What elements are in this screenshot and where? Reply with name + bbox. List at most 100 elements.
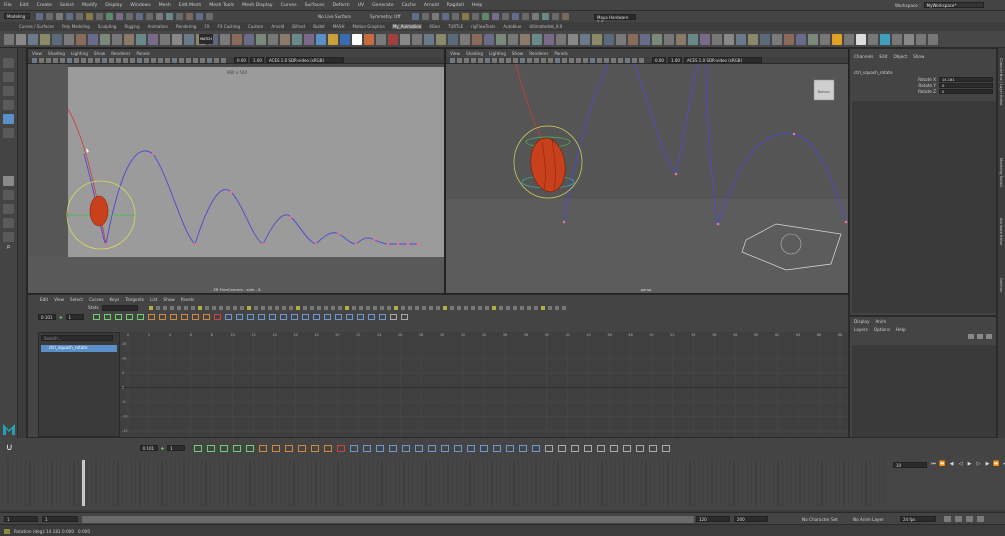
time-editor-tool-icon[interactable] [597,444,606,452]
motion-key-point[interactable] [372,238,376,242]
shelf-tool-icon[interactable] [436,33,446,45]
time-editor-tool-icon[interactable] [402,444,411,452]
graph-toolbar-icon[interactable] [414,305,419,310]
shelf-tool-icon[interactable] [172,33,182,45]
shelf-tool-icon[interactable] [700,33,710,45]
shelf-tab-custom[interactable]: Custom [247,24,264,29]
viewport-toolbar-icon[interactable] [506,57,511,63]
shelf-tool-icon[interactable] [220,33,230,45]
graph-toolbar-icon[interactable] [337,305,342,310]
viewport-toolbar-icon[interactable] [46,57,51,63]
plus-icon[interactable]: ✚ [59,315,63,320]
menu-generate[interactable]: Generate [372,3,393,8]
graph-toolbar-icon[interactable] [379,305,384,310]
graph-toolbar-icon[interactable] [211,305,216,310]
viewport-toolbar-icon[interactable] [492,57,497,63]
viewport-menu-panels[interactable]: Panels [136,51,149,56]
shelf-tool-icon[interactable] [16,33,26,45]
shelf-tool-icon[interactable] [736,33,746,45]
menu-edit[interactable]: Edit [20,3,29,8]
time-editor-tool-icon[interactable] [636,444,645,452]
shelf-tool-icon[interactable] [760,33,770,45]
time-editor-tool-icon[interactable] [623,444,632,452]
viewport-toolbar-icon[interactable] [32,57,37,63]
menu-display[interactable]: Display [105,3,122,8]
motion-key-point[interactable] [406,242,410,246]
shelf-tool-icon[interactable] [124,33,134,45]
shelf-tool-icon[interactable] [652,33,662,45]
shelf-tab-curves-surfaces[interactable]: Curves / Surfaces [18,24,55,29]
channel-box-menu-show[interactable]: Show [913,54,924,59]
menu-curves[interactable]: Curves [281,3,297,8]
viewport-toolbar-icon[interactable] [123,57,128,63]
viewport-toolbar-icon[interactable] [562,57,567,63]
channel-attr-row[interactable]: Rotate Y0 [910,82,996,88]
graph-tangent-icon[interactable] [301,314,309,320]
graph-toolbar-icon[interactable] [491,305,496,310]
graph-toolbar-icon[interactable] [470,305,475,310]
graph-toolbar-icon[interactable] [372,305,377,310]
graph-toolbar-icon[interactable] [239,305,244,310]
viewport-toolbar-icon[interactable] [200,57,205,63]
playback-button[interactable]: ◁ [957,461,964,467]
time-editor-tool-icon[interactable] [428,444,437,452]
motion-key-point[interactable] [396,242,400,246]
shelf-tool-icon[interactable] [64,33,74,45]
graph-toolbar-icon[interactable] [533,305,538,310]
time-editor-tool-icon[interactable] [532,444,541,452]
shelf-tool-icon[interactable] [580,33,590,45]
shelf-tool-icon[interactable] [748,33,758,45]
viewport-toolbar-icon[interactable] [450,57,455,63]
time-editor-tool-icon[interactable] [506,444,515,452]
workspace-selector[interactable]: Workspace : MyWorkspace* [895,1,1003,9]
shelf-tab-fx[interactable]: FX [203,24,210,29]
graph-toolbar-icon[interactable] [323,305,328,310]
graph-toolbar-icon[interactable] [183,305,188,310]
shelf-tool-icon[interactable] [868,33,878,45]
two-pane-layout-icon[interactable] [3,190,14,200]
shelf-tool-icon[interactable] [916,33,926,45]
playback-prefs-icon[interactable] [977,516,984,522]
time-editor-tool-icon[interactable] [207,444,216,452]
viewport-toolbar-icon[interactable] [471,57,476,63]
status-tool-icon[interactable] [116,13,123,20]
graph-toolbar-icon[interactable] [169,305,174,310]
status-tool-icon[interactable] [46,13,53,20]
shelf-tool-icon[interactable] [304,33,314,45]
graph-toolbar-icon[interactable] [155,305,160,310]
new-layer-selected-icon[interactable] [977,334,983,339]
graph-tangent-icon[interactable] [213,314,221,320]
graph-tangent-icon[interactable] [279,314,287,320]
time-editor-tool-icon[interactable] [558,444,567,452]
dope-value-field[interactable]: 1 [167,445,186,451]
shelf-tool-icon[interactable] [280,33,290,45]
shelf-tool-icon[interactable] [424,33,434,45]
graph-toolbar-icon[interactable] [148,305,153,310]
channel-box-menu-channels[interactable]: Channels [854,54,873,59]
viewport-toolbar-icon[interactable] [221,57,226,63]
menu-select[interactable]: Select [60,3,74,8]
menu-surfaces[interactable]: Surfaces [305,3,325,8]
shelf-tool-icon[interactable] [4,33,14,45]
graph-menu-keys[interactable]: Keys [110,297,120,302]
channel-attr-value[interactable]: 0 [939,82,993,88]
time-editor-tool-icon[interactable] [389,444,398,452]
time-editor-tool-icon[interactable] [649,444,658,452]
graph-outliner-search[interactable]: Search... [41,335,113,341]
shelf-tool-icon[interactable] [244,33,254,45]
shelf-tool-icon[interactable] [100,33,110,45]
time-editor-tool-icon[interactable] [298,444,307,452]
status-render-icon[interactable] [442,13,449,20]
graph-canvas-svg[interactable]: 0 2 4 6 8 10 12 14 16 18 20 22 24 26 28 30 32 34 36 38 40 42 4… [120,332,848,437]
playback-button[interactable]: ⏪ [939,461,946,467]
graph-tangent-icon[interactable] [323,314,331,320]
status-render-icon[interactable] [482,13,489,20]
shelf-tab-arnold[interactable]: Arnold [270,24,285,29]
viewport-menu-shading[interactable]: Shading [48,51,65,56]
side-tab[interactable]: Attribute Editor [999,218,1003,246]
viewport-toolbar-icon[interactable] [67,57,72,63]
time-editor-tool-icon[interactable] [454,444,463,452]
menu-mesh-display[interactable]: Mesh Display [242,3,273,8]
playback-button[interactable]: ▷ [975,461,982,467]
graph-tangent-icon[interactable] [312,314,320,320]
